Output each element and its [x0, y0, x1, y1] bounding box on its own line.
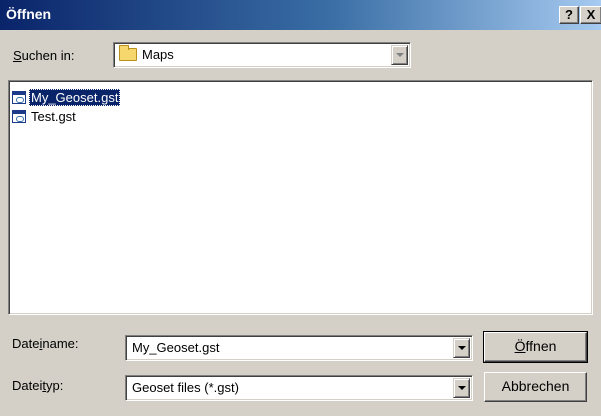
filename-input[interactable]: My_Geoset.gst — [132, 340, 219, 355]
filetype-value: Geoset files (*.gst) — [132, 380, 239, 395]
cancel-button[interactable]: Abbrechen — [484, 372, 587, 402]
filename-combobox[interactable]: My_Geoset.gst — [125, 335, 473, 361]
title-bar[interactable]: Öffnen ? X — [0, 0, 601, 30]
window-title: Öffnen — [6, 6, 52, 22]
file-list[interactable]: My_Geoset.gst Test.gst — [8, 80, 593, 315]
lookin-label: Suchen in: — [13, 48, 75, 63]
help-button[interactable]: ? — [559, 6, 579, 24]
geoset-file-icon — [12, 109, 26, 123]
file-name: My_Geoset.gst — [29, 88, 121, 106]
close-button[interactable]: X — [580, 6, 601, 24]
filename-dropdown-arrow-icon[interactable] — [453, 338, 470, 358]
lookin-value: Maps — [142, 47, 174, 62]
list-item[interactable]: My_Geoset.gst — [12, 88, 121, 106]
filetype-dropdown-arrow-icon[interactable] — [453, 378, 470, 398]
lookin-dropdown-arrow-icon[interactable] — [391, 45, 408, 65]
lookin-combobox[interactable]: Maps — [113, 42, 411, 68]
geoset-file-icon — [12, 90, 26, 104]
list-item[interactable]: Test.gst — [12, 107, 78, 125]
filename-label: Dateiname: — [12, 336, 79, 351]
folder-icon — [119, 45, 137, 61]
filetype-label: Dateityp: — [12, 378, 64, 393]
filetype-combobox[interactable]: Geoset files (*.gst) — [125, 375, 473, 401]
file-name: Test.gst — [31, 108, 76, 124]
open-button[interactable]: Öffnen — [483, 331, 588, 363]
